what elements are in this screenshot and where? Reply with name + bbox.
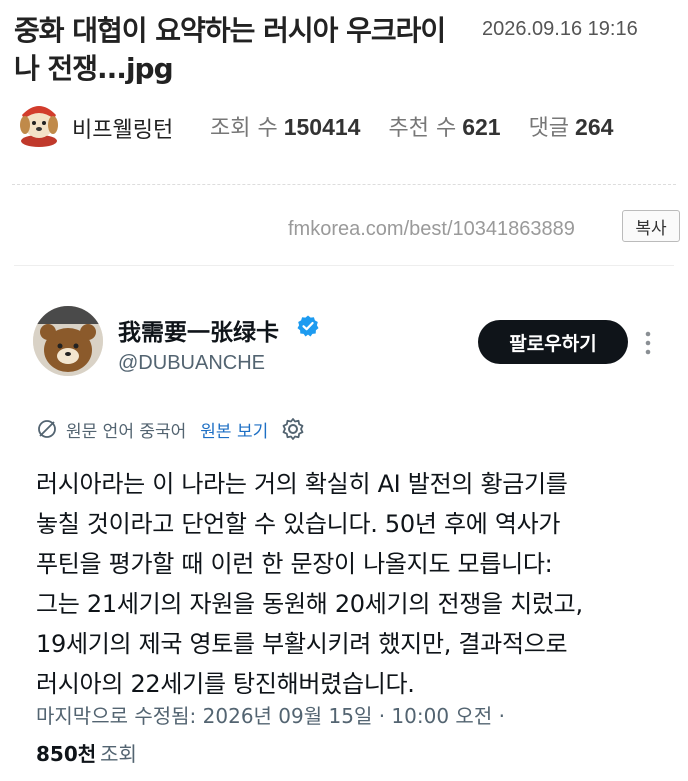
stat-value: 621	[462, 114, 501, 140]
tweet-body-line: 푸틴을 평가할 때 이런 한 문장이 나올지도 모릅니다:	[36, 550, 553, 578]
tweet-avatar[interactable]	[33, 306, 103, 376]
translate-icon	[38, 420, 56, 438]
source-url[interactable]: fmkorea.com/best/10341863889	[288, 218, 575, 241]
tweet-body-line: 러시아라는 이 나라는 거의 확실히 AI 발전의 황금기를	[36, 470, 568, 498]
tweet-body-line: 그는 21세기의 자원을 동원해 20세기의 전쟁을 치렀고,	[36, 590, 583, 618]
tweet-views: 850천 조회	[36, 738, 137, 767]
post-title: 중화 대협이 요약하는 러시아 우크라이나 전쟁...jpg	[14, 14, 446, 85]
stat-value: 264	[575, 114, 614, 140]
view-original-link[interactable]: 원본 보기	[200, 417, 268, 442]
header-divider	[12, 184, 676, 185]
tweet-body: 러시아라는 이 나라는 거의 확실히 AI 발전의 황금기를 놓칠 것이라고 단…	[36, 464, 676, 704]
more-vertical-icon[interactable]	[640, 326, 656, 360]
views-label: 조회	[100, 742, 137, 766]
tweet-body-line: 러시아의 22세기를 탕진해버렸습니다.	[36, 670, 415, 698]
tweet-card-border	[14, 265, 674, 266]
tweet-display-name[interactable]: 我需要一张绿卡	[118, 313, 279, 347]
translation-source-label: 원문 언어 중국어	[66, 421, 187, 442]
bear-avatar-icon	[33, 306, 103, 376]
stat-label: 조회 수	[210, 116, 278, 141]
translation-bar: 원문 언어 중국어 원본 보기	[36, 416, 306, 442]
stat-recommends: 추천 수 621	[388, 110, 500, 142]
stat-comments[interactable]: 댓글 264	[529, 110, 614, 142]
copy-button[interactable]: 복사	[622, 210, 680, 242]
stat-label: 댓글	[528, 116, 570, 141]
post-date: 2026.09.16 19:16	[482, 18, 638, 40]
post-stats: 조회 수 150414 추천 수 621 댓글 264	[210, 110, 613, 142]
tweet-body-line: 19세기의 제국 영토를 부활시키려 했지만, 결과적으로	[36, 630, 568, 658]
dog-avatar-icon	[20, 106, 58, 147]
tweet-timestamp[interactable]: 마지막으로 수정됨: 2026년 09월 15일 · 10:00 오전 ·	[36, 700, 505, 729]
stat-value: 150414	[283, 114, 361, 140]
author-avatar[interactable]	[16, 99, 62, 147]
verified-badge-icon	[297, 315, 319, 337]
stat-label: 추천 수	[388, 116, 457, 141]
follow-button[interactable]: 팔로우하기	[478, 320, 628, 364]
author-name[interactable]: 비프웰링턴	[72, 112, 173, 144]
tweet-handle[interactable]: @DUBUANCHE	[118, 352, 265, 375]
tweet-body-line: 놓칠 것이라고 단언할 수 있습니다. 50년 후에 역사가	[36, 510, 561, 538]
views-count: 850천	[36, 742, 97, 766]
stat-views: 조회 수 150414	[210, 110, 360, 142]
gear-icon[interactable]	[280, 416, 306, 442]
